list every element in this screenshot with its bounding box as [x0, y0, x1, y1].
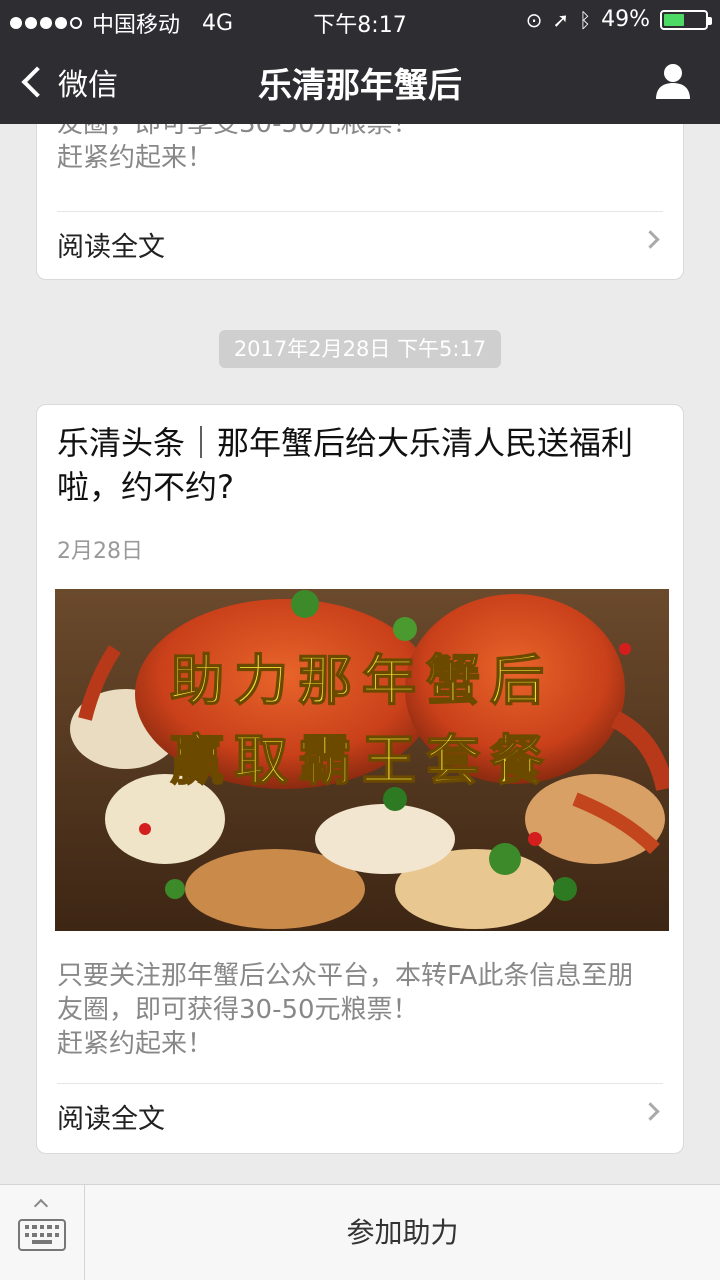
read-more-link[interactable]: 阅读全文 [57, 1097, 663, 1136]
page-title: 乐清那年蟹后 [258, 66, 462, 106]
chevron-right-icon [641, 1102, 660, 1121]
article-card[interactable]: 乐清头条｜那年蟹后给大乐清人民送福利啦，约不约? 2月28日 助力那年蟹后 赢取… [36, 404, 684, 1154]
bluetooth-icon: ᛒ [579, 7, 592, 32]
divider [57, 211, 663, 212]
read-more-link[interactable]: 阅读全文 [57, 225, 663, 264]
previous-article-card[interactable]: 友圈，即可享受30-50元粮票！ 赶紧约起来！ 阅读全文 [36, 124, 684, 280]
battery-icon [660, 9, 712, 30]
menu-button-join[interactable]: 参加助力 [85, 1185, 720, 1280]
article-excerpt: 只要关注那年蟹后公众平台，本转FA此条信息至朋 友圈，即可获得30-50元粮票！… [57, 961, 634, 1059]
battery-percent: 49% [601, 7, 650, 32]
message-timestamp: 2017年2月28日 下午5:17 [219, 330, 501, 368]
image-caption-line2: 赢取霸王套餐 [170, 729, 554, 792]
battery-fill [664, 13, 684, 26]
keyboard-toggle-button[interactable] [0, 1185, 85, 1280]
article-date: 2月28日 [57, 539, 143, 564]
previous-article-excerpt: 友圈，即可享受30-50元粮票！ 赶紧约起来！ [57, 124, 419, 173]
article-cover-image: 助力那年蟹后 赢取霸王套餐 [55, 589, 669, 931]
image-caption-line1: 助力那年蟹后 [170, 649, 554, 712]
chat-area[interactable]: 友圈，即可享受30-50元粮票！ 赶紧约起来！ 阅读全文 2017年2月28日 … [0, 124, 720, 1184]
status-bar: 中国移动 4G 下午8:17 ⊙ ➚ ᛒ 49% [0, 0, 720, 40]
crab-dish-picture: 助力那年蟹后 赢取霸王套餐 [55, 589, 669, 931]
caret-up-icon [33, 1198, 49, 1214]
chevron-right-icon [641, 230, 660, 249]
divider [57, 1083, 663, 1084]
nav-bar: 微信 乐清那年蟹后 [0, 40, 720, 124]
keyboard-icon [18, 1219, 66, 1251]
rotation-lock-icon: ⊙ [525, 7, 543, 32]
location-arrow-icon: ➚ [552, 7, 570, 32]
article-title: 乐清头条｜那年蟹后给大乐清人民送福利啦，约不约? [57, 424, 634, 506]
profile-icon[interactable] [654, 62, 692, 100]
bottom-menu-bar: 参加助力 [0, 1184, 720, 1280]
